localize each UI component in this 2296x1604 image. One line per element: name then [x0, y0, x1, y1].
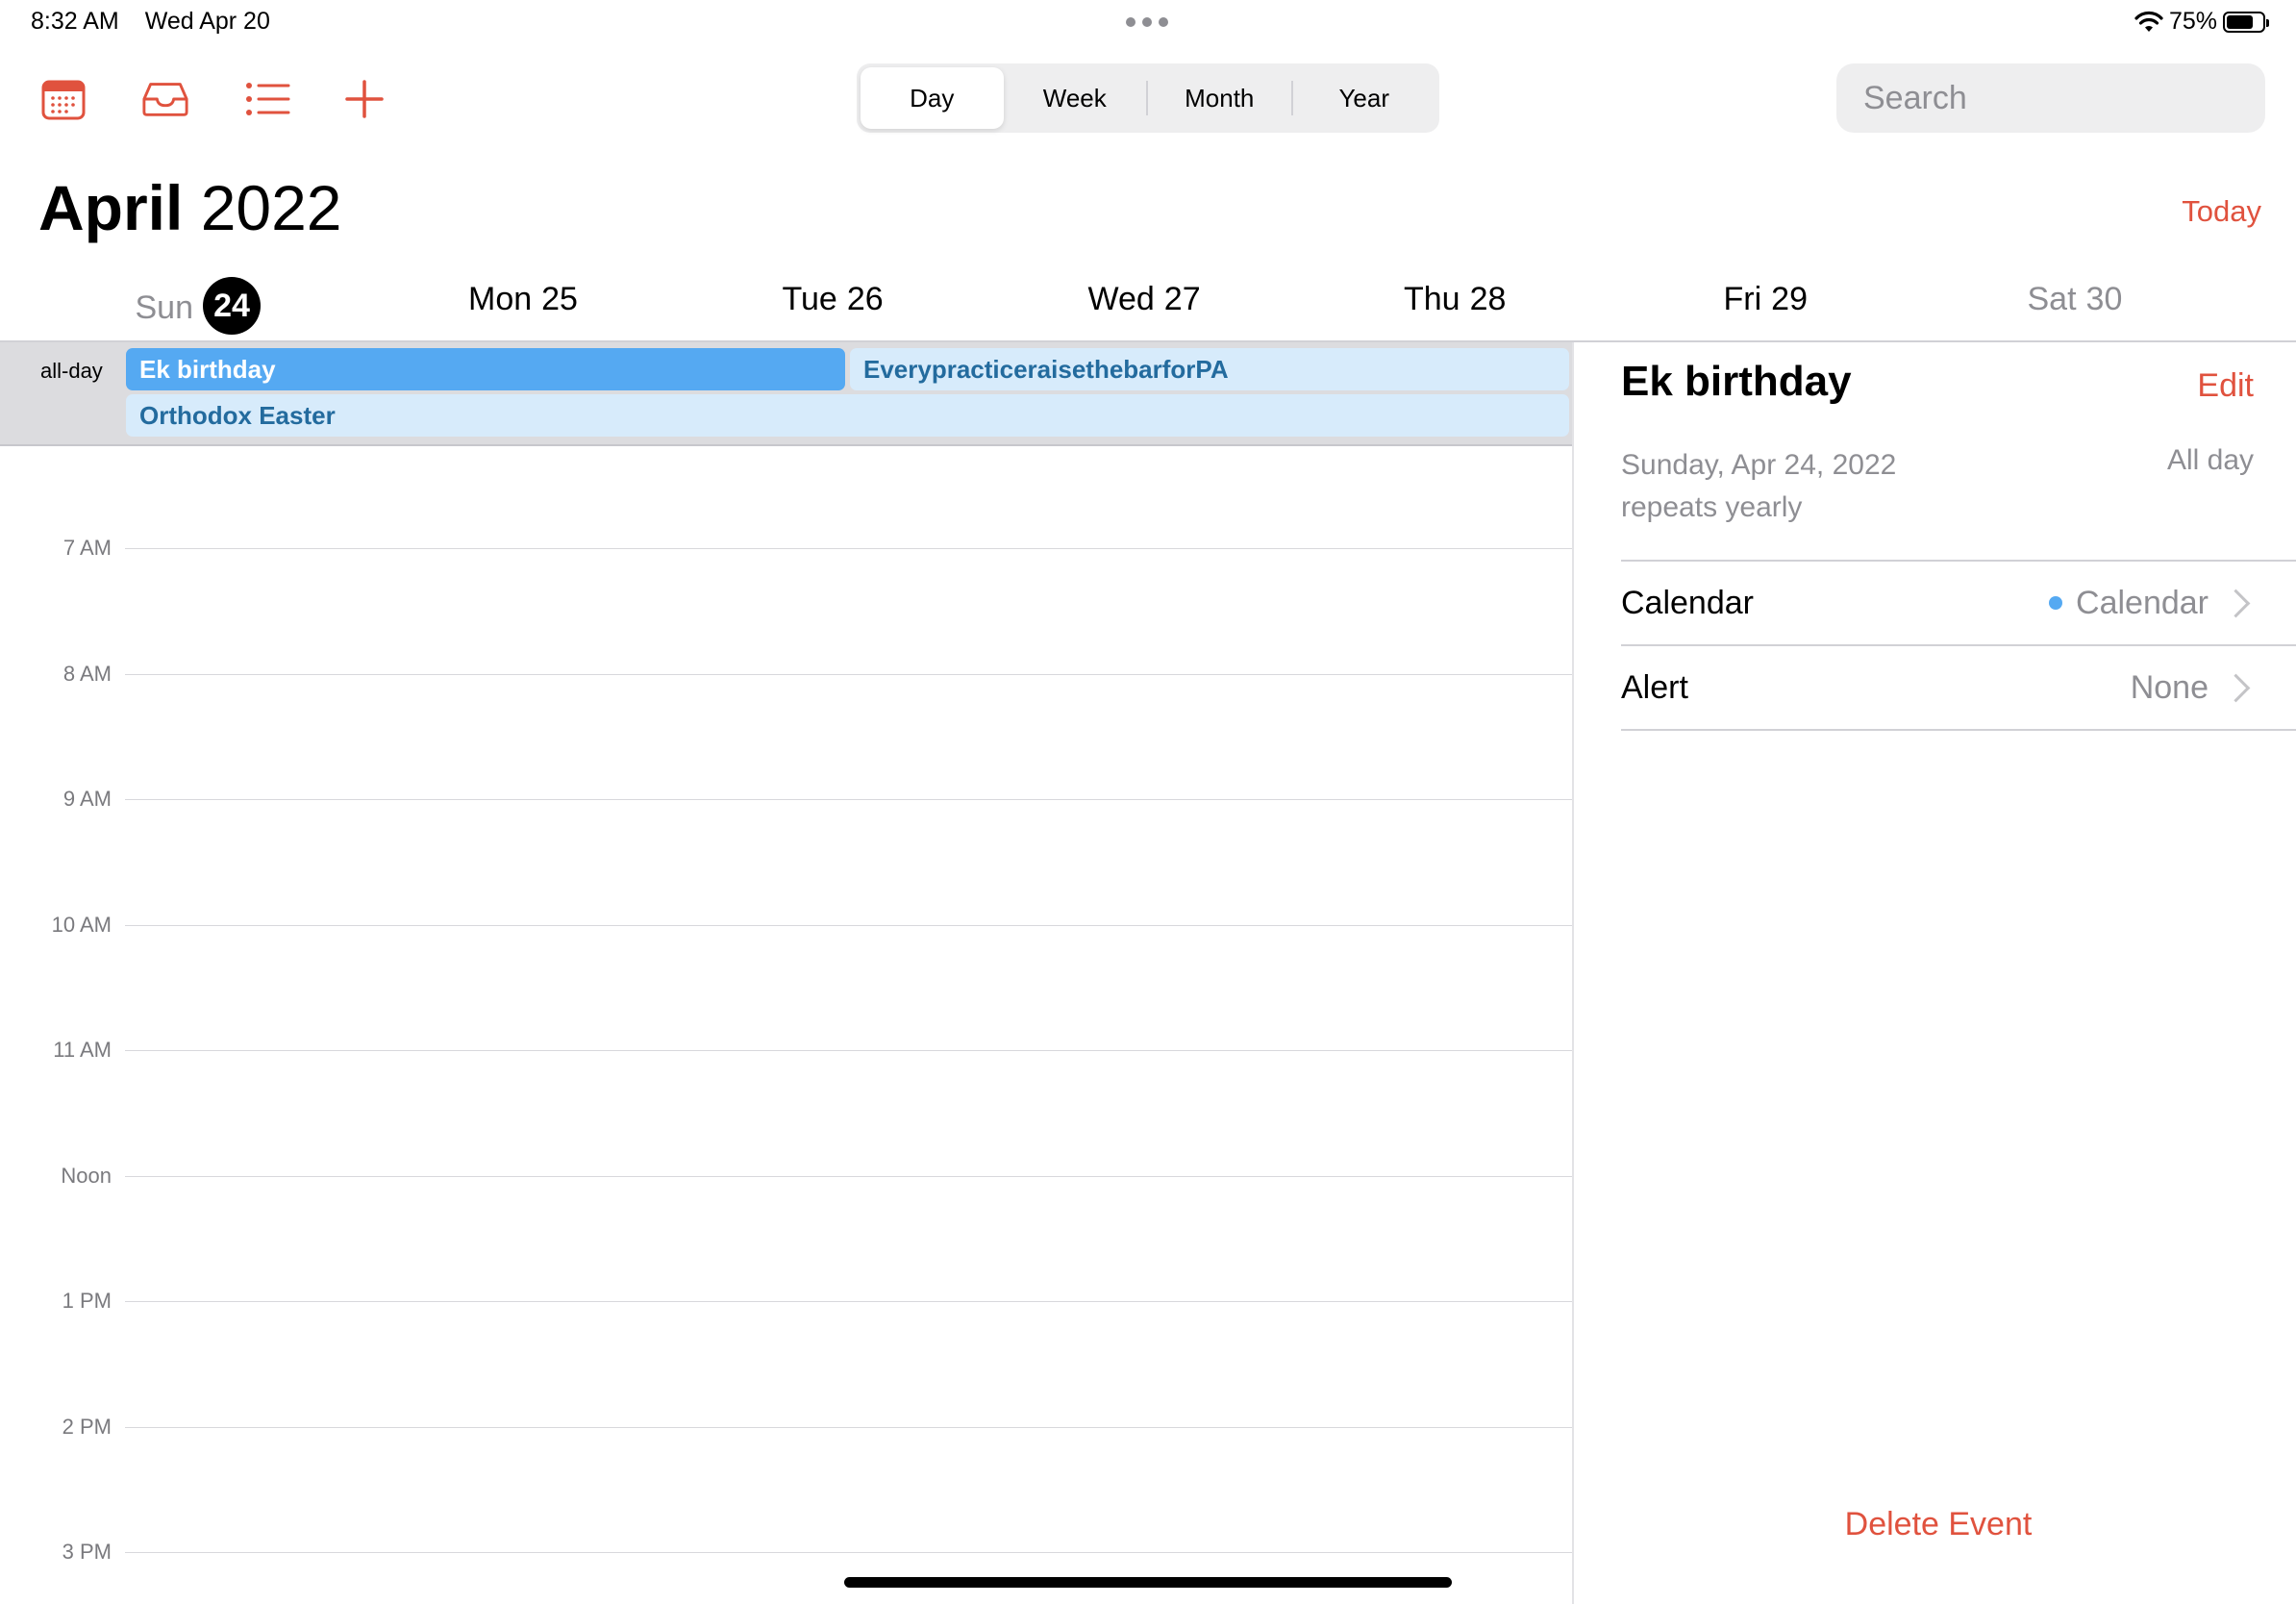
hour-gridline [125, 1050, 1573, 1051]
hour-gridline [125, 1175, 1573, 1177]
chevron-right-icon [2221, 673, 2251, 702]
hour-gridline [125, 1301, 1573, 1302]
search-input[interactable] [1861, 78, 2291, 118]
calendar-row-value: Calendar [2076, 584, 2209, 621]
hour-label: 10 AM [51, 912, 112, 937]
detail-panel-divider [1572, 342, 1574, 1604]
chevron-right-icon [2221, 589, 2251, 617]
battery-percent: 75% [2168, 8, 2217, 35]
event-detail-date: Sunday, Apr 24, 2022 repeats yearly [1621, 444, 1896, 529]
hour-gridline [125, 548, 1573, 549]
wifi-icon [2134, 11, 2163, 32]
day-header-fri[interactable]: Fri 29 [1724, 281, 1808, 318]
event-detail-title: Ek birthday [1621, 358, 1852, 405]
day-name: Fri [1723, 281, 1762, 317]
hour-gridline [125, 924, 1573, 926]
day-number: 30 [2085, 281, 2123, 317]
event-date: Sunday, Apr 24, 2022 [1621, 449, 1897, 481]
today-button[interactable]: Today [2182, 194, 2261, 229]
day-header-sat[interactable]: Sat 30 [2028, 281, 2123, 318]
search-bar [1836, 63, 2291, 133]
edit-button[interactable]: Edit [2197, 367, 2254, 405]
calendar-row-label: Calendar [1621, 584, 1754, 621]
hour-label: 1 PM [62, 1289, 112, 1313]
hour-gridline [125, 1426, 1573, 1428]
hour-label: 11 AM [53, 1038, 112, 1062]
calendar-row[interactable]: Calendar Calendar [1621, 561, 2256, 645]
home-indicator[interactable] [844, 1577, 1452, 1588]
delete-event-button[interactable]: Delete Event [1621, 1506, 2256, 1543]
alert-row-value: None [2130, 668, 2209, 706]
hour-gridline [125, 799, 1573, 800]
hour-gridline [125, 1552, 1573, 1553]
hour-label: Noon [61, 1163, 112, 1188]
detail-divider [1621, 729, 2296, 731]
day-name: Sat [2027, 281, 2077, 317]
calendar-color-dot [2049, 596, 2063, 610]
hour-label: 3 PM [62, 1540, 112, 1564]
status-bar-right: 75% [2134, 8, 2269, 36]
hour-gridline [125, 673, 1573, 675]
day-timeline[interactable]: 7 AM 8 AM 9 AM 10 AM 11 AM Noon 1 PM 2 PM 3 PM [0, 0, 1573, 1604]
event-repeat: repeats yearly [1621, 491, 1803, 523]
alert-row[interactable]: Alert None [1621, 645, 2256, 730]
alert-row-label: Alert [1621, 668, 1688, 706]
event-all-day: All day [2166, 444, 2254, 476]
hour-label: 2 PM [62, 1414, 112, 1439]
hour-label: 7 AM [62, 536, 112, 560]
battery-icon [2223, 11, 2269, 33]
hour-label: 8 AM [62, 661, 112, 686]
hour-label: 9 AM [62, 787, 112, 811]
day-number: 29 [1771, 281, 1808, 317]
